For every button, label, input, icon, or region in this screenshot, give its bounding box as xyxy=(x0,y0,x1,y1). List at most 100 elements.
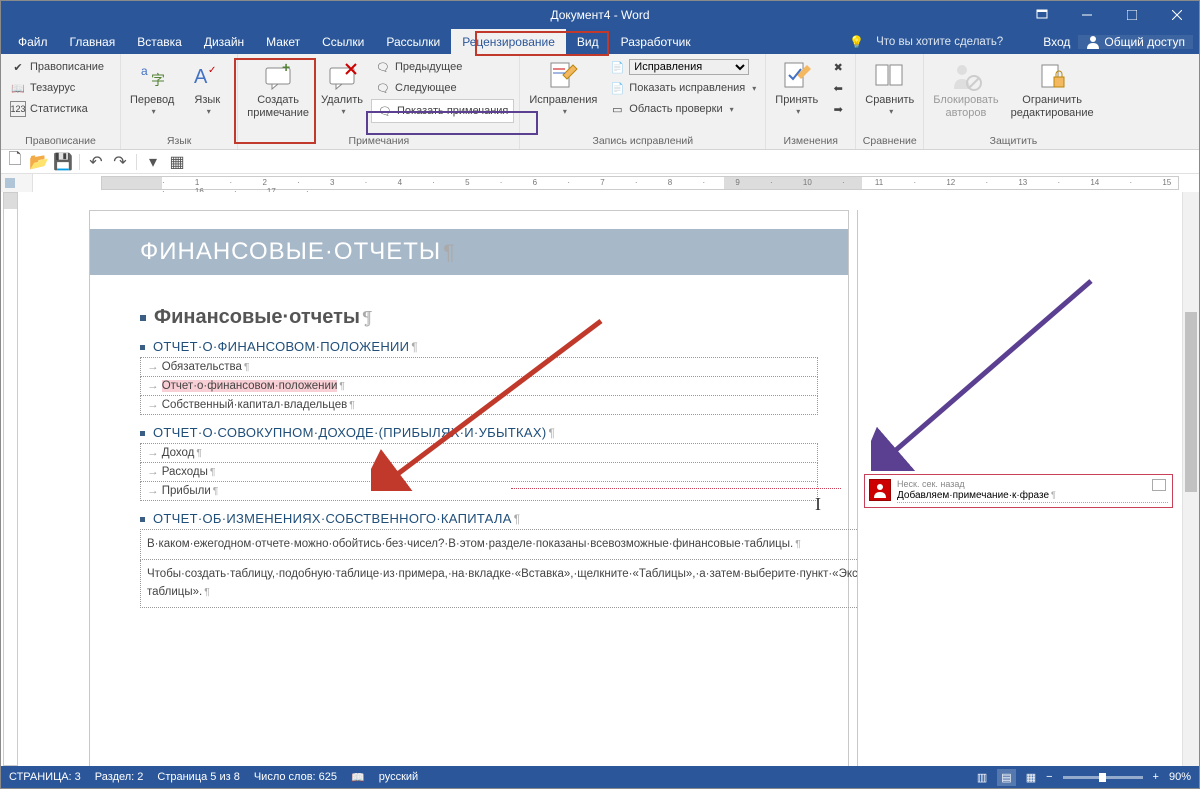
lightbulb-icon: 💡 xyxy=(849,35,864,49)
reject-icon: ✖ xyxy=(830,59,846,75)
table-cell[interactable]: Прибыли xyxy=(141,482,818,501)
compare-button[interactable]: Сравнить xyxy=(861,57,918,119)
tab-review[interactable]: Рецензирование xyxy=(451,29,566,54)
ribbon-options-icon[interactable] xyxy=(1019,1,1064,29)
new-file-icon[interactable]: 🗋 xyxy=(7,154,23,170)
tab-mailings[interactable]: Рассылки xyxy=(375,29,451,54)
view-print-icon[interactable]: ▤ xyxy=(997,769,1015,786)
share-button[interactable]: Общий доступ xyxy=(1078,35,1193,49)
prev-change-icon: ⬅ xyxy=(830,80,846,96)
translate-button[interactable]: a字Перевод xyxy=(126,57,178,119)
group-label-protect: Защитить xyxy=(929,133,1097,149)
status-page[interactable]: СТРАНИЦА: 3 xyxy=(9,771,81,783)
block-icon xyxy=(950,60,982,92)
status-bar: СТРАНИЦА: 3 Раздел: 2 Страница 5 из 8 Чи… xyxy=(1,766,1199,788)
view-read-icon[interactable]: ▥ xyxy=(977,771,987,784)
open-icon[interactable]: 📂 xyxy=(31,154,47,170)
show-comments-button[interactable]: 🗨Показать примечания xyxy=(371,99,514,123)
horizontal-ruler[interactable]: · 1 · 2 · 3 · 4 · 5 · 6 · 7 · 8 · 9 · 10… xyxy=(1,174,1199,192)
status-pageof[interactable]: Страница 5 из 8 xyxy=(157,771,239,783)
next-comment-button[interactable]: 🗨Следующее xyxy=(371,78,514,98)
stats-icon: 123 xyxy=(10,101,26,117)
tab-layout[interactable]: Макет xyxy=(255,29,311,54)
vertical-scrollbar[interactable] xyxy=(1182,192,1199,766)
tell-me-box[interactable]: Что вы хотите сделать? xyxy=(876,36,1003,48)
table-cell[interactable]: Чтобы·создать·таблицу,·подобную·таблице·… xyxy=(141,560,899,608)
maximize-button[interactable] xyxy=(1109,1,1154,29)
zoom-out-icon[interactable]: − xyxy=(1046,771,1052,783)
compare-icon xyxy=(874,60,906,92)
table-cell[interactable]: Собственный·капитал·владельцев xyxy=(141,396,818,415)
language-button[interactable]: A✓Язык xyxy=(182,57,232,119)
table-cell[interactable]: Расходы xyxy=(141,463,818,482)
tab-references[interactable]: Ссылки xyxy=(311,29,375,54)
document-area: ФИНАНСОВЫЕ·ОТЧЕТЫ Финансовые·отчеты ОТЧЕ… xyxy=(1,192,1199,766)
avatar xyxy=(869,479,891,501)
vertical-ruler[interactable] xyxy=(1,192,21,766)
view-web-icon[interactable]: ▦ xyxy=(1026,771,1036,784)
next-icon: 🗨 xyxy=(375,80,391,96)
status-proof-icon[interactable]: 📖 xyxy=(351,771,365,784)
login-link[interactable]: Вход xyxy=(1043,35,1070,49)
table-cell-highlighted[interactable]: Отчет·о·финансовом·положении xyxy=(141,377,818,396)
svg-text:a: a xyxy=(141,64,148,78)
group-label-comments: Примечания xyxy=(243,133,514,149)
svg-text:✓: ✓ xyxy=(208,65,216,76)
reply-icon[interactable] xyxy=(1152,479,1166,491)
prev-icon: 🗨 xyxy=(375,59,391,75)
tab-view[interactable]: Вид xyxy=(566,29,610,54)
heading-2-2: ОТЧЕТ·О·СОВОКУПНОМ·ДОХОДЕ·(ПРИБЫЛЯХ·И·УБ… xyxy=(140,425,818,440)
qat-more-icon[interactable]: ▾ xyxy=(145,154,161,170)
undo-icon[interactable]: ↶ xyxy=(88,154,104,170)
heading-2-1: ОТЧЕТ·О·ФИНАНСОВОМ·ПОЛОЖЕНИИ xyxy=(140,339,818,354)
group-label-compare: Сравнение xyxy=(861,133,918,149)
zoom-in-icon[interactable]: + xyxy=(1153,771,1159,783)
comment-text[interactable]: Добавляем·примечание·к·фразе xyxy=(897,490,1168,503)
comment-time: Неск. сек. назад xyxy=(897,479,1168,490)
accept-button[interactable]: Принять xyxy=(771,57,822,119)
close-button[interactable] xyxy=(1154,1,1199,29)
status-words[interactable]: Число слов: 625 xyxy=(254,771,337,783)
window-title: Документ4 - Word xyxy=(550,8,649,22)
table-cell[interactable]: Доход xyxy=(141,444,818,463)
minimize-button[interactable] xyxy=(1064,1,1109,29)
tab-design[interactable]: Дизайн xyxy=(193,29,255,54)
track-changes-button[interactable]: Исправления xyxy=(525,57,601,119)
delete-comment-button[interactable]: Удалить xyxy=(317,57,367,119)
tab-file[interactable]: Файл xyxy=(7,29,59,54)
zoom-slider[interactable] xyxy=(1063,776,1143,779)
table-cell[interactable]: Обязательства xyxy=(141,358,818,377)
status-section[interactable]: Раздел: 2 xyxy=(95,771,144,783)
thesaurus-button[interactable]: 📖Тезаурус xyxy=(6,78,108,98)
doc-title: ФИНАНСОВЫЕ·ОТЧЕТЫ xyxy=(140,238,456,266)
restrict-icon xyxy=(1036,60,1068,92)
reviewing-pane-button[interactable]: ▭Область проверки xyxy=(605,99,760,119)
spelling-button[interactable]: ✔Правописание xyxy=(6,57,108,77)
save-icon[interactable]: 💾 xyxy=(55,154,71,170)
comment-balloon[interactable]: Неск. сек. назад Добавляем·примечание·к·… xyxy=(864,474,1173,508)
table-1: Обязательства Отчет·о·финансовом·положен… xyxy=(140,357,818,415)
tab-developer[interactable]: Разработчик xyxy=(610,29,702,54)
insert-table-icon[interactable]: ▦ xyxy=(169,154,185,170)
show-markup-button[interactable]: 📄Показать исправления xyxy=(605,78,760,98)
svg-text:字: 字 xyxy=(151,72,165,88)
reject-button[interactable]: ✖ xyxy=(826,57,850,77)
zoom-percent[interactable]: 90% xyxy=(1169,771,1191,783)
redo-icon[interactable]: ↷ xyxy=(112,154,128,170)
table-cell[interactable]: В·каком·ежегодном·отчете·можно·обойтись·… xyxy=(141,530,899,560)
new-comment-button[interactable]: +Создатьпримечание xyxy=(243,57,313,122)
language-icon: A✓ xyxy=(191,60,223,92)
comment-connector xyxy=(511,488,841,489)
tab-insert[interactable]: Вставка xyxy=(126,29,193,54)
next-change-button[interactable]: ➡ xyxy=(826,99,850,119)
prev-change-button[interactable]: ⬅ xyxy=(826,78,850,98)
heading-2-3: ОТЧЕТ·ОБ·ИЗМЕНЕНИЯХ·СОБСТВЕННОГО·КАПИТАЛ… xyxy=(140,511,818,526)
previous-comment-button[interactable]: 🗨Предыдущее xyxy=(371,57,514,77)
restrict-editing-button[interactable]: Ограничитьредактирование xyxy=(1007,57,1098,122)
svg-text:A: A xyxy=(194,66,208,88)
status-language[interactable]: русский xyxy=(379,771,418,783)
word-count-button[interactable]: 123Статистика xyxy=(6,99,108,119)
table-2: Доход Расходы Прибыли xyxy=(140,443,818,501)
display-dropdown[interactable]: 📄Исправления xyxy=(605,57,760,77)
tab-home[interactable]: Главная xyxy=(59,29,127,54)
